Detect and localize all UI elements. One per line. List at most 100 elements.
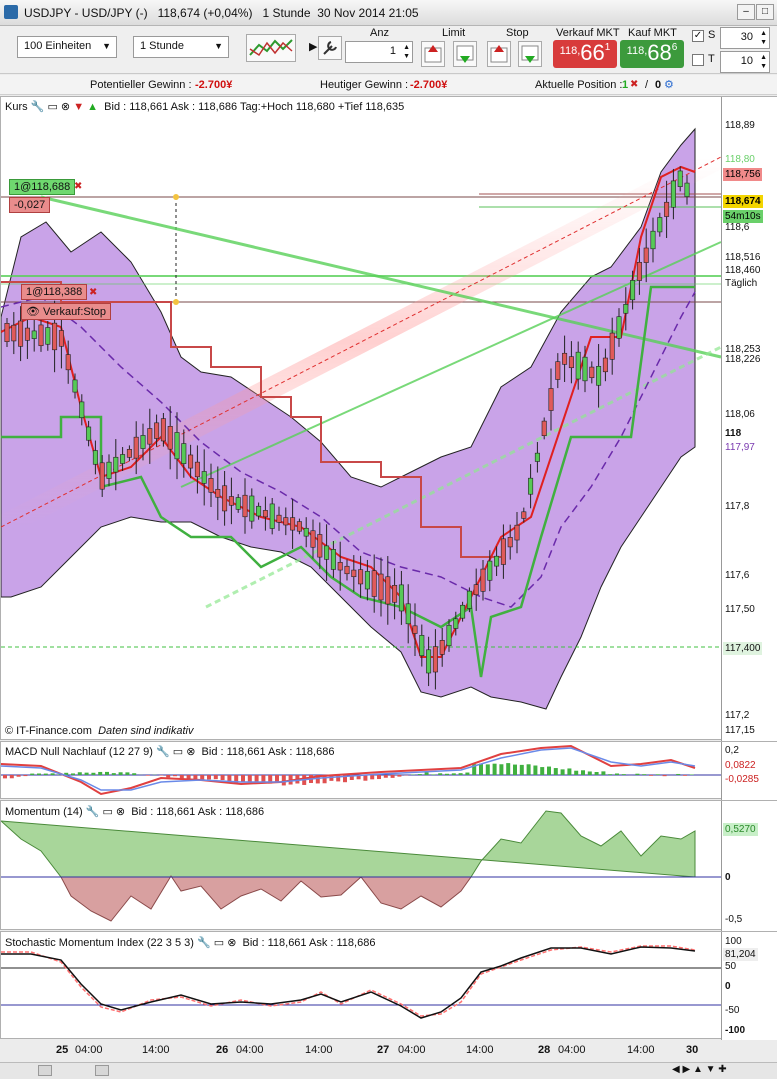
candle: [154, 422, 160, 439]
maximize-button[interactable]: □: [756, 4, 774, 20]
order-tag-1[interactable]: 1@118,688: [9, 179, 76, 195]
candle: [521, 511, 527, 519]
window-icon[interactable]: ▭: [47, 101, 57, 113]
wrench-icon[interactable]: [318, 36, 342, 60]
limit-sell-icon[interactable]: [453, 41, 477, 67]
close-position-icon[interactable]: ✖: [630, 79, 638, 90]
macd-bar: [506, 763, 511, 775]
candle: [670, 180, 676, 208]
candle: [582, 356, 588, 382]
axis-tag: Täglich: [725, 278, 758, 289]
position-value: 1: [622, 79, 629, 91]
macd-bar: [540, 767, 545, 775]
t-stepper[interactable]: 10 ▲ ▼: [720, 51, 770, 73]
macd-bar: [587, 771, 592, 775]
candle: [18, 320, 24, 347]
candle: [290, 517, 296, 531]
macd-bar: [145, 775, 150, 776]
macd-bar: [383, 775, 388, 778]
stop-buy-icon[interactable]: [487, 41, 511, 67]
eye-icon: 👁: [26, 306, 40, 318]
nav-icons[interactable]: ◀ ▶ ▲ ▼ ✚: [672, 1064, 727, 1075]
x-tick: 25: [56, 1044, 69, 1056]
sell-label: Verkauf MKT: [556, 27, 620, 39]
copyright: © IT-Finance.com Daten sind indikativ: [5, 725, 194, 737]
potential-profit-label: Potentieller Gewinn :: [90, 79, 192, 91]
axis-tick: 117,2: [725, 710, 750, 721]
macd-bar: [608, 774, 613, 775]
candle: [528, 477, 534, 495]
macd-bar: [567, 768, 572, 775]
candle: [602, 357, 608, 373]
axis-tick: 0: [725, 872, 731, 883]
window-title: USDJPY - USD/JPY (-) 118,674 (+0,04%) 1 …: [24, 6, 419, 20]
candle: [181, 443, 187, 464]
tool-icon[interactable]: [38, 1065, 52, 1076]
chart-type-icon[interactable]: [246, 34, 296, 62]
s-checkbox[interactable]: ✓: [692, 30, 704, 42]
macd-bar: [254, 775, 259, 783]
axis-tick: -50: [725, 1005, 740, 1016]
stop-sell-icon[interactable]: [518, 41, 542, 67]
s-stepper[interactable]: 30 ▲ ▼: [720, 27, 770, 49]
sell-order-icon[interactable]: ▼: [73, 101, 84, 113]
macd-bar: [281, 775, 286, 786]
candle: [92, 450, 98, 465]
candle: [249, 495, 255, 522]
candle: [120, 454, 126, 464]
price-chart[interactable]: [1, 97, 777, 741]
candle: [106, 461, 112, 479]
position-info-bar: Potentieller Gewinn : -2.700¥ Heutiger G…: [0, 75, 777, 95]
macd-bar: [207, 775, 211, 780]
candle: [500, 538, 506, 565]
axis-tick: 117,6: [725, 570, 750, 581]
today-profit-label: Heutiger Gewinn :: [320, 79, 409, 91]
candle: [548, 388, 554, 411]
anz-stepper[interactable]: 1 ▲ ▼: [345, 41, 413, 63]
macd-bar: [445, 773, 449, 775]
order-tag-2[interactable]: 1@118,388: [21, 284, 88, 300]
macd-bar: [615, 773, 619, 775]
candle: [426, 649, 432, 674]
candle: [589, 366, 595, 379]
macd-bar: [581, 770, 585, 775]
buy-market-button[interactable]: 118,686: [620, 40, 684, 68]
units-dropdown[interactable]: 100 Einheiten ▼: [17, 36, 117, 58]
macd-bar: [16, 775, 21, 777]
macd-bar: [370, 775, 375, 780]
candle: [215, 488, 221, 498]
close-icon[interactable]: ⊗: [61, 101, 70, 113]
candle: [575, 351, 581, 380]
candle: [317, 534, 323, 558]
buy-order-icon[interactable]: ▲: [87, 101, 98, 113]
candle: [466, 590, 472, 609]
axis-tick: 118,89: [725, 120, 755, 131]
s-label: S: [708, 29, 716, 41]
stop-order-tag[interactable]: 👁 Verkauf:Stop: [21, 303, 112, 320]
candle: [480, 568, 486, 592]
macd-bar: [377, 775, 381, 780]
limit-buy-icon[interactable]: [421, 41, 445, 67]
timeframe-dropdown[interactable]: 1 Stunde ▼: [133, 36, 229, 58]
price-panel: Kurs 🔧 ▭ ⊗ ▼ ▲ Bid : 118,661 Ask : 118,6…: [0, 96, 777, 741]
momentum-chart[interactable]: [1, 801, 721, 931]
x-tick: 04:00: [75, 1044, 103, 1056]
close-order-2-icon[interactable]: ✖: [89, 287, 97, 298]
axis-tick: 118,6: [725, 222, 750, 233]
sell-market-button[interactable]: 118,661: [553, 40, 617, 68]
expand-arrow-icon[interactable]: ▶: [309, 40, 317, 53]
candle: [283, 517, 289, 526]
candle: [276, 514, 282, 523]
macd-bar: [179, 775, 184, 779]
order-toolbar: 100 Einheiten ▼ 1 Stunde ▼ ▶ Anz 1 ▲ ▼ Limit…: [0, 26, 777, 74]
tool-icon[interactable]: [95, 1065, 109, 1076]
candle: [133, 436, 139, 459]
gear-icon[interactable]: ⚙: [664, 78, 674, 91]
minimize-button[interactable]: –: [737, 4, 755, 20]
close-order-icon[interactable]: ✖: [74, 181, 82, 192]
candle: [194, 461, 200, 478]
axis-tick: -100: [725, 1025, 746, 1036]
x-tick: 04:00: [558, 1044, 586, 1056]
wrench-icon[interactable]: 🔧: [31, 101, 45, 113]
t-checkbox[interactable]: [692, 54, 704, 66]
